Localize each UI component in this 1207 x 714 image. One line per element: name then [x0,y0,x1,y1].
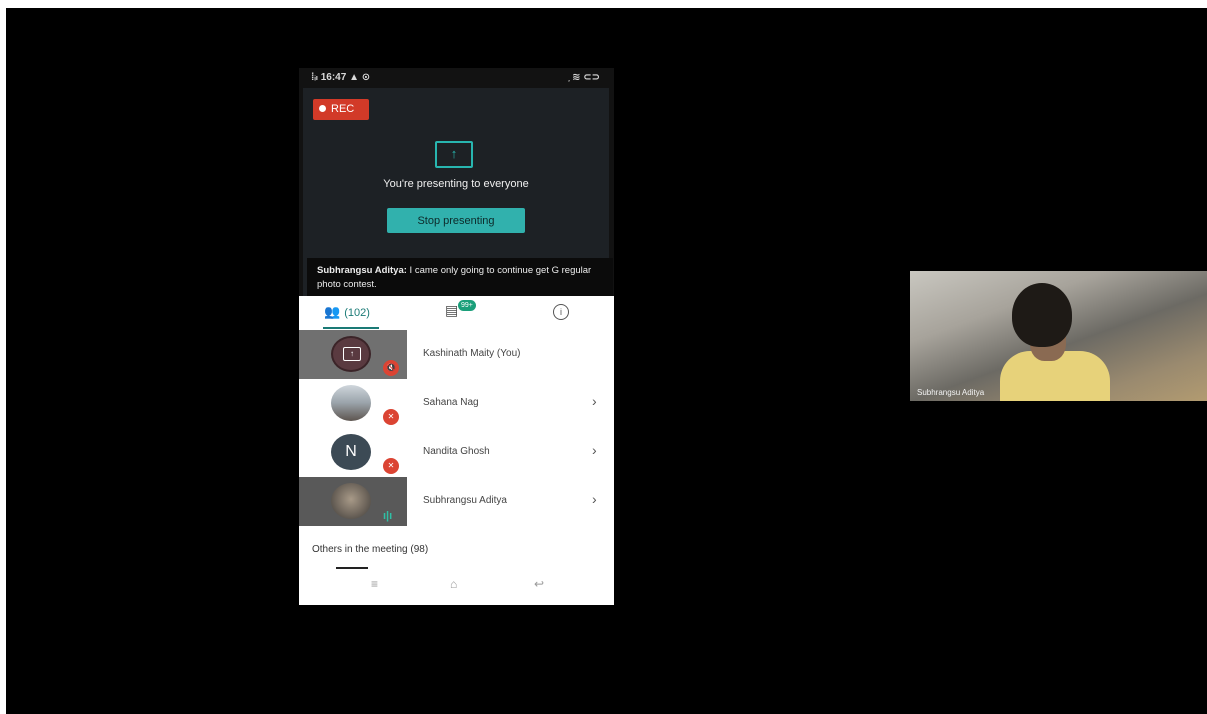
shared-phone-screen: ⁞ᵢₗ 16:47 ▲ ⊙ ᷊ ≋ ⊂⊃ REC ↑ You're presen… [299,68,614,605]
speaking-icon: ı|ı [383,510,393,522]
video-tile-name: Subhrangsu Aditya [917,388,985,397]
present-screen-icon: ↑ [343,347,361,361]
rec-label: REC [331,103,355,115]
present-screen-icon: ↑ [435,141,473,168]
avatar: N [331,434,371,470]
chevron-right-icon[interactable]: › [592,491,597,507]
tab-info[interactable]: i [553,304,569,320]
status-right: ᷊ ≋ ⊂⊃ [569,72,600,83]
active-tab-indicator [323,327,379,329]
mic-off-icon: ✕ [383,409,399,425]
presenting-panel: REC ↑ You're presenting to everyone Stop… [303,88,613,310]
others-section-title: Others in the meeting (98) [312,544,429,555]
people-count: (102) [344,307,370,319]
participant-name: Sahana Nag [423,397,479,408]
phone-status-bar: ⁞ᵢₗ 16:47 ▲ ⊙ ᷊ ≋ ⊂⊃ [299,68,614,88]
nav-menu-icon[interactable]: ≡ [371,577,378,591]
participant-name: Kashinath Maity (You) [423,348,521,359]
rec-badge: REC [313,99,369,120]
participant-name: Subhrangsu Aditya [423,495,507,506]
tab-people[interactable]: 👥 (102) [324,304,370,320]
participant-row[interactable]: N ✕ Nandita Ghosh › [299,428,614,477]
people-icon: 👥 [324,304,341,319]
chat-icon: ▤ [445,302,459,318]
caption-speaker: Subhrangsu Aditya: [317,265,407,276]
mic-off-icon: 🔇 [383,360,399,376]
participant-video-tile[interactable]: Subhrangsu Aditya [910,271,1207,401]
chat-badge: 99+ [458,300,476,311]
avatar [331,483,371,519]
tab-chat[interactable]: ▤ [445,302,458,319]
status-left: ⁞ᵢₗ 16:47 ▲ ⊙ [311,72,371,83]
participant-row[interactable]: ✕ Sahana Nag › [299,379,614,428]
video-person-hair [1012,283,1072,347]
stop-presenting-button[interactable]: Stop presenting [387,208,525,233]
list-scroll-indicator [336,567,368,569]
caption-text: Subhrangsu Aditya: I came only going to … [317,264,603,292]
chevron-right-icon[interactable]: › [592,393,597,409]
participants-panel: 👥 (102) ▤ 99+ i ↑ 🔇 Kashinath Maity (You)… [299,296,614,605]
participant-row[interactable]: ↑ 🔇 Kashinath Maity (You) [299,330,614,379]
avatar [331,385,371,421]
record-dot-icon [319,105,326,112]
nav-home-icon[interactable]: ⌂ [450,577,457,591]
panel-tabs: 👥 (102) ▤ 99+ i [299,296,614,329]
participant-name: Nandita Ghosh [423,446,490,457]
presenting-message: You're presenting to everyone [383,178,529,190]
phone-nav-bar: ≡ ⌂ ↩ [299,571,614,601]
present-screen-avatar: ↑ [331,336,371,372]
info-icon: i [560,307,562,317]
chevron-right-icon[interactable]: › [592,442,597,458]
nav-back-icon[interactable]: ↩ [534,577,544,591]
participant-row[interactable]: ı|ı Subhrangsu Aditya › [299,477,614,526]
mic-off-icon: ✕ [383,458,399,474]
